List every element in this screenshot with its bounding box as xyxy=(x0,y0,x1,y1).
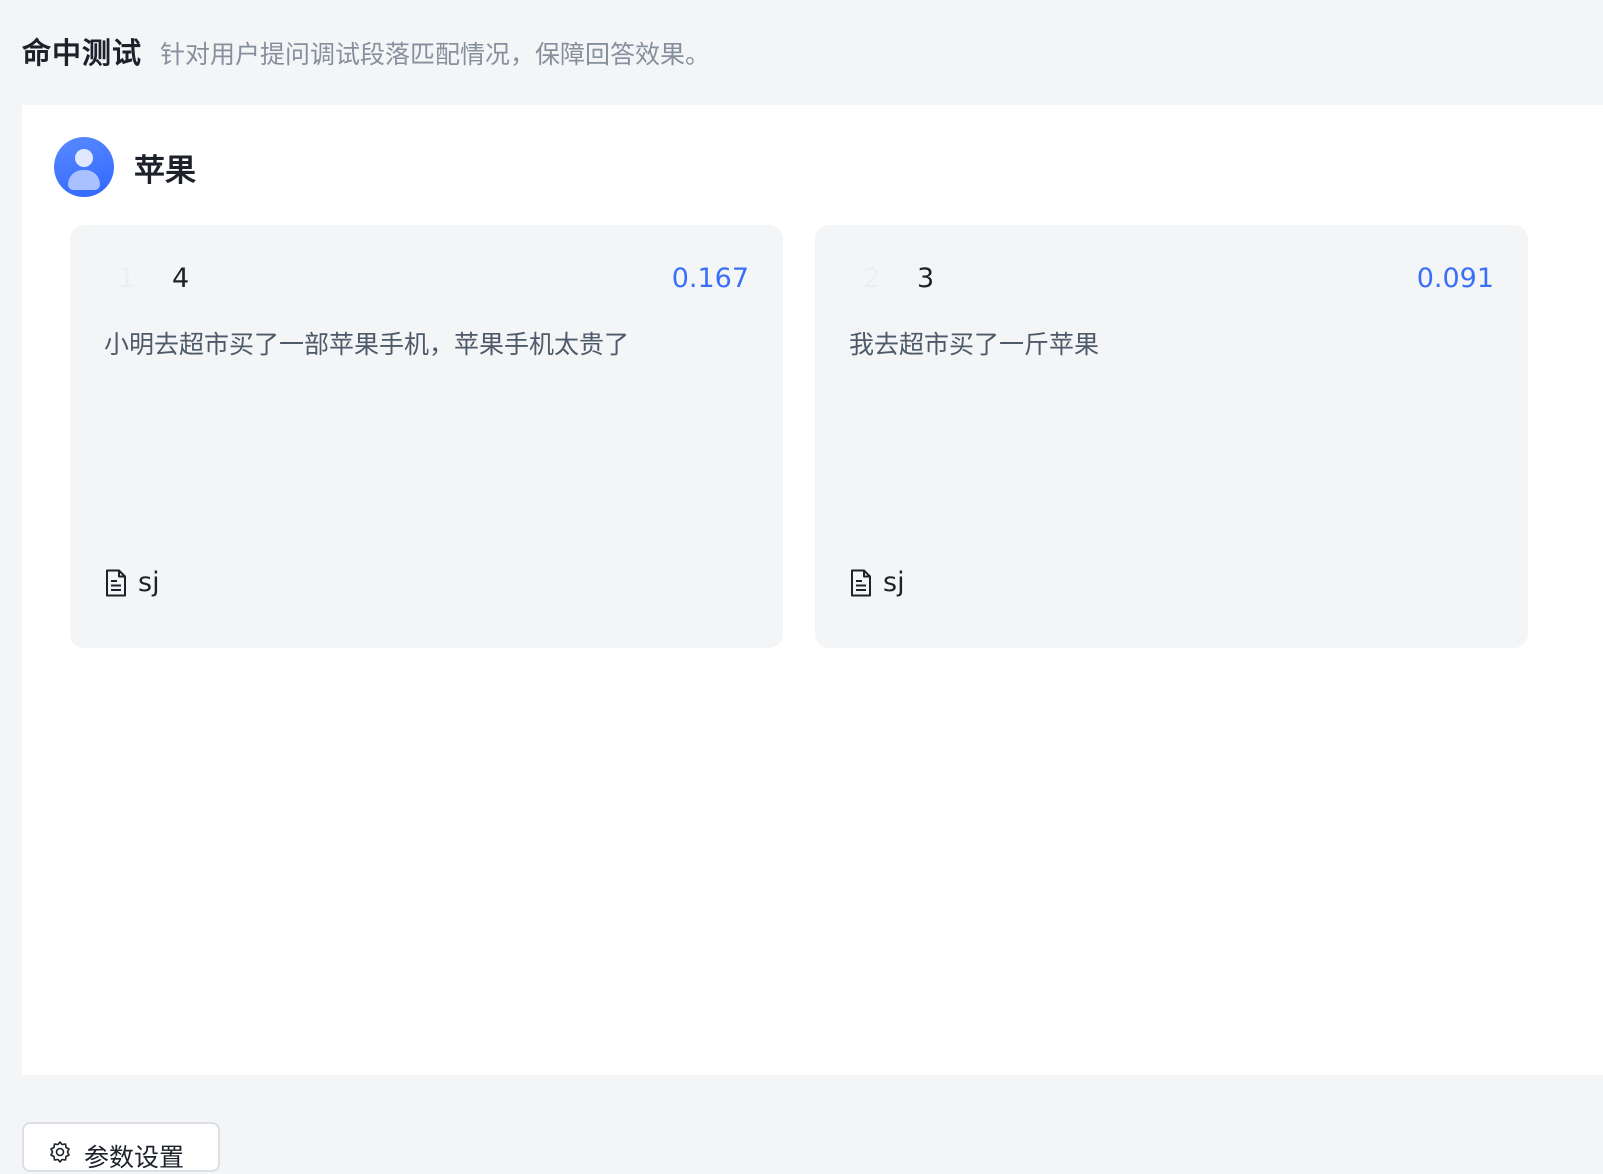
user-avatar-icon xyxy=(54,137,114,197)
result-cards: 1 4 0.167 小明去超市买了一部苹果手机，苹果手机太贵了 sj 2 3 0… xyxy=(70,225,1528,648)
page-title: 命中测试 xyxy=(22,36,143,70)
result-source-name: sj xyxy=(883,567,905,598)
document-icon xyxy=(106,569,126,596)
result-source: sj xyxy=(849,567,905,598)
result-card[interactable]: 1 4 0.167 小明去超市买了一部苹果手机，苹果手机太贵了 sj xyxy=(70,225,783,648)
result-index: 1 xyxy=(118,263,136,294)
result-id: 3 xyxy=(917,263,935,294)
query-row: 苹果 xyxy=(54,137,196,197)
result-source: sj xyxy=(104,567,160,598)
result-content: 我去超市买了一斤苹果 xyxy=(849,330,1100,359)
gear-icon xyxy=(50,1141,70,1163)
result-content: 小明去超市买了一部苹果手机，苹果手机太贵了 xyxy=(104,330,630,359)
results-panel: 苹果 1 4 0.167 小明去超市买了一部苹果手机，苹果手机太贵了 sj 2 … xyxy=(22,105,1603,1075)
result-card[interactable]: 2 3 0.091 我去超市买了一斤苹果 sj xyxy=(815,225,1528,648)
result-source-name: sj xyxy=(138,567,160,598)
result-index: 2 xyxy=(863,263,881,294)
result-score: 0.091 xyxy=(1416,263,1494,294)
result-id: 4 xyxy=(172,263,190,294)
document-icon xyxy=(851,569,871,596)
query-text: 苹果 xyxy=(134,152,196,189)
result-score: 0.167 xyxy=(671,263,749,294)
settings-button-label: 参数设置 xyxy=(84,1143,185,1172)
page-header: 命中测试 针对用户提问调试段落匹配情况，保障回答效果。 xyxy=(22,30,710,74)
page-subtitle: 针对用户提问调试段落匹配情况，保障回答效果。 xyxy=(160,40,711,69)
settings-button[interactable]: 参数设置 xyxy=(22,1122,220,1172)
